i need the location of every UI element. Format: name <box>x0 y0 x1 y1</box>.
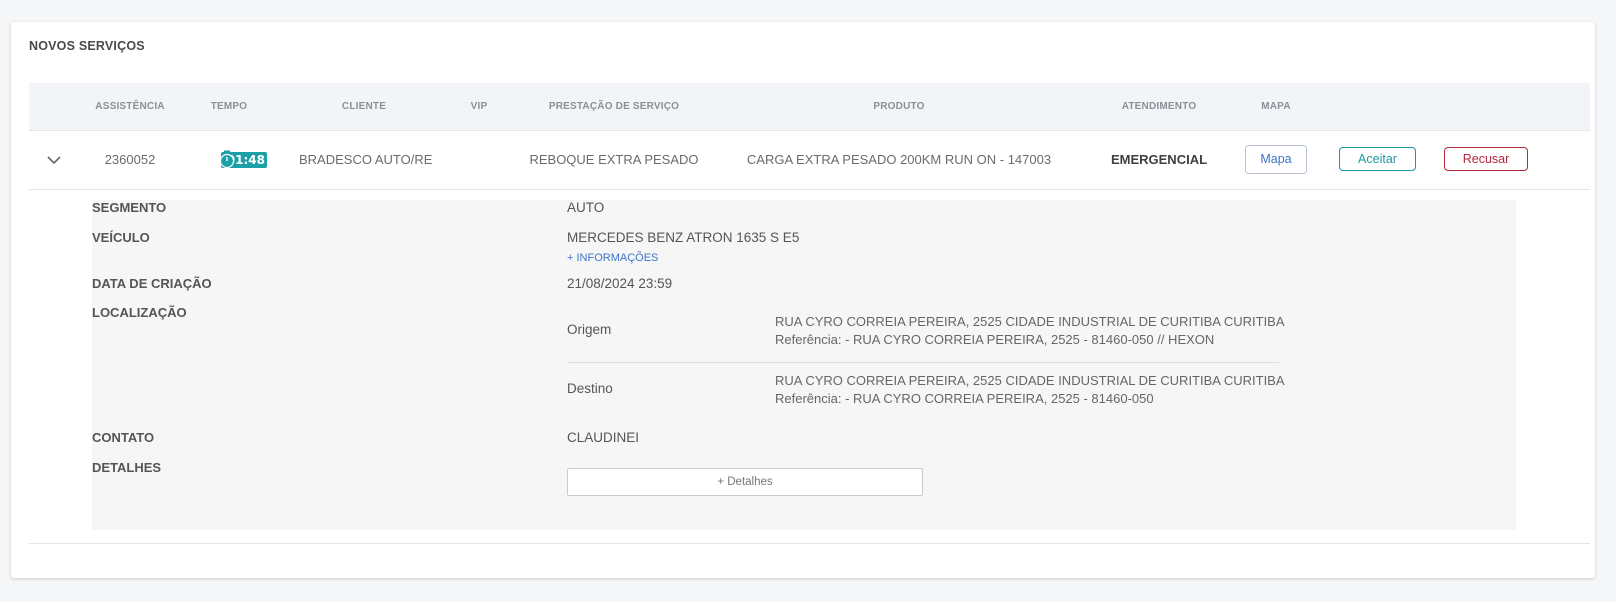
contact-label: CONTATO <box>92 430 155 445</box>
origin-label: Origem <box>567 322 612 337</box>
more-details-button[interactable]: + Detalhes <box>567 468 923 496</box>
destination-label: Destino <box>567 381 613 396</box>
accept-button[interactable]: Aceitar <box>1339 147 1416 171</box>
service-details-panel: SEGMENTO AUTO VEÍCULO MERCEDES BENZ ATRO… <box>92 200 1516 530</box>
table-row[interactable]: 2360052 01:48 BRADESCO AUTO/RE REBOQUE E… <box>29 130 1590 190</box>
header-tempo: TEMPO <box>210 101 248 112</box>
header-prestacao: PRESTAÇÃO DE SERVIÇO <box>548 101 680 112</box>
segment-value: AUTO <box>567 200 605 215</box>
header-assistencia: ASSISTÊNCIA <box>95 101 165 112</box>
table-header: ASSISTÊNCIA TEMPO CLIENTE VIP PRESTAÇÃO … <box>29 83 1590 131</box>
cell-prestacao: REBOQUE EXTRA PESADO <box>529 152 699 167</box>
location-divider <box>567 362 1279 363</box>
destination-reference: Referência: - RUA CYRO CORREIA PEREIRA, … <box>775 391 1154 406</box>
segment-label: SEGMENTO <box>92 200 167 215</box>
more-info-link[interactable]: + INFORMAÇÕES <box>567 252 658 264</box>
stopwatch-icon <box>219 150 235 169</box>
header-produto: PRODUTO <box>873 101 925 112</box>
contact-value: CLAUDINEI <box>567 430 640 445</box>
creation-date-label: DATA DE CRIAÇÃO <box>92 276 212 291</box>
header-atendimento: ATENDIMENTO <box>1121 101 1197 112</box>
chevron-down-icon[interactable] <box>46 152 62 168</box>
details-label: DETALHES <box>92 460 162 475</box>
creation-date-value: 21/08/2024 23:59 <box>567 276 673 291</box>
vehicle-label: VEÍCULO <box>92 230 150 245</box>
cell-cliente: BRADESCO AUTO/RE <box>299 152 433 167</box>
section-title: NOVOS SERVIÇOS <box>29 39 145 53</box>
cell-vip <box>459 130 499 189</box>
reject-button[interactable]: Recusar <box>1444 147 1528 171</box>
header-vip: VIP <box>470 101 488 112</box>
bottom-divider <box>29 543 1590 544</box>
origin-reference: Referência: - RUA CYRO CORREIA PEREIRA, … <box>775 332 1215 347</box>
timer-badge: 01:48 <box>219 150 267 169</box>
location-label: LOCALIZAÇÃO <box>92 305 187 320</box>
header-mapa: MAPA <box>1261 101 1291 112</box>
cell-produto: CARGA EXTRA PESADO 200KM RUN ON - 147003 <box>746 152 1052 167</box>
vehicle-value: MERCEDES BENZ ATRON 1635 S E5 <box>567 230 800 245</box>
destination-address: RUA CYRO CORREIA PEREIRA, 2525 CIDADE IN… <box>775 373 1285 388</box>
map-button[interactable]: Mapa <box>1245 145 1307 174</box>
header-cliente: CLIENTE <box>341 101 387 112</box>
origin-address: RUA CYRO CORREIA PEREIRA, 2525 CIDADE IN… <box>775 314 1285 329</box>
cell-assistencia: 2360052 <box>104 152 156 167</box>
new-services-card: NOVOS SERVIÇOS ASSISTÊNCIA TEMPO CLIENTE… <box>11 22 1595 578</box>
cell-atendimento: EMERGENCIAL <box>1110 152 1208 167</box>
